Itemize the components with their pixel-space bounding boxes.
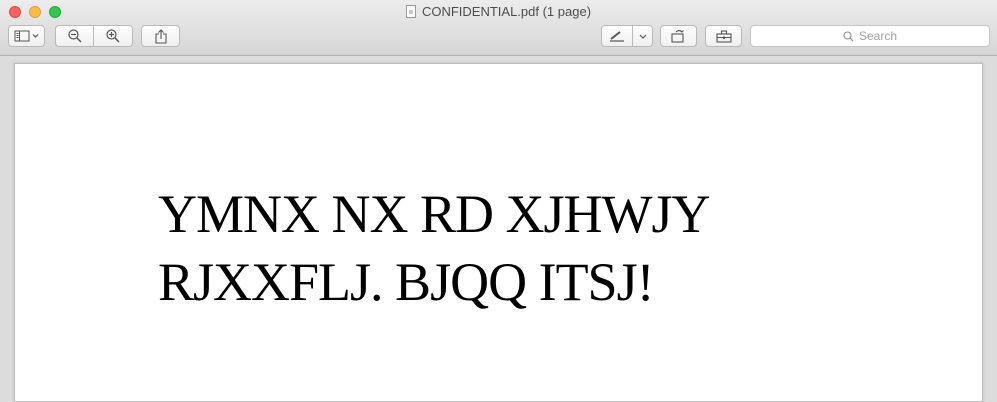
search-icon bbox=[843, 30, 854, 42]
sidebar-icon bbox=[14, 30, 40, 42]
toolbox-icon bbox=[715, 29, 732, 43]
zoom-in-button[interactable] bbox=[94, 25, 133, 47]
markup-pen-icon bbox=[609, 30, 625, 42]
share-button[interactable] bbox=[141, 25, 180, 47]
rotate-icon bbox=[671, 29, 686, 43]
pdf-document-icon bbox=[405, 5, 416, 18]
document-text-line-1: YMNX NX RD XJHWJY bbox=[158, 184, 711, 244]
markup-menu-button[interactable] bbox=[633, 25, 653, 47]
title-bar: CONFIDENTIAL.pdf (1 page) Search bbox=[0, 0, 997, 56]
zoom-out-icon bbox=[67, 29, 82, 43]
zoom-out-button[interactable] bbox=[55, 25, 94, 47]
toolbox-button[interactable] bbox=[705, 25, 742, 47]
search-field[interactable]: Search bbox=[750, 25, 990, 47]
document-text-line-2: RJXXFLJ. BJQQ ITSJ! bbox=[158, 252, 655, 312]
search-placeholder: Search bbox=[858, 29, 898, 43]
markup-button[interactable] bbox=[601, 25, 633, 47]
window-title-text: CONFIDENTIAL.pdf (1 page) bbox=[421, 4, 592, 19]
rotate-button[interactable] bbox=[660, 25, 697, 47]
pdf-page: YMNX NX RD XJHWJY RJXXFLJ. BJQQ ITSJ! bbox=[14, 63, 983, 402]
zoom-in-icon bbox=[106, 29, 120, 43]
window-title: CONFIDENTIAL.pdf (1 page) bbox=[0, 4, 997, 19]
share-icon bbox=[154, 28, 167, 44]
document-viewport[interactable]: YMNX NX RD XJHWJY RJXXFLJ. BJQQ ITSJ! bbox=[0, 56, 997, 402]
sidebar-view-button[interactable] bbox=[8, 25, 45, 47]
chevron-down-icon bbox=[639, 34, 647, 39]
